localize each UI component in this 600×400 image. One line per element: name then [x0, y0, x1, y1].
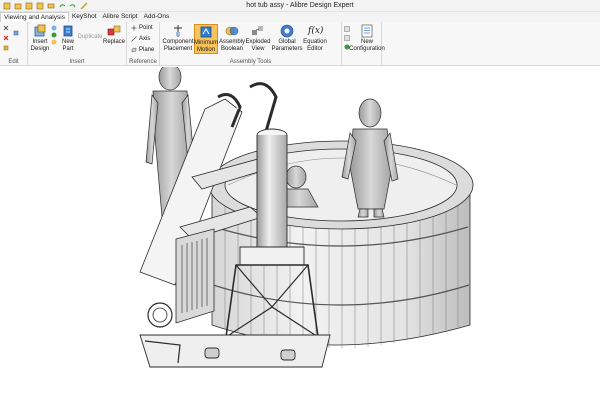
assembly-boolean-label: Assembly Boolean — [219, 39, 246, 52]
edit-group: Edit — [0, 22, 28, 66]
axis-button[interactable]: Axis — [131, 36, 150, 42]
assembly-boolean-button[interactable]: Assembly Boolean — [219, 24, 245, 52]
equation-editor-button[interactable]: f(x) Equation Editor — [302, 24, 328, 52]
edit-group-label: Edit — [8, 59, 19, 65]
minimum-motion-icon — [200, 26, 212, 38]
new-configuration-icon — [361, 24, 373, 38]
reference-group-label: Reference — [129, 59, 157, 65]
exploded-view-button[interactable]: Exploded View — [245, 24, 271, 52]
point-label: Point — [139, 25, 153, 31]
minimum-motion-button[interactable]: Minimum Motion — [194, 24, 218, 54]
menu-keyshot[interactable]: KeyShot — [69, 12, 100, 22]
new-part-button[interactable]: New Part — [59, 24, 77, 52]
delete-icon[interactable] — [3, 35, 9, 41]
assembly-boolean-icon — [225, 26, 239, 36]
replace-button[interactable]: Replace — [102, 24, 126, 46]
menu-viewing-and-analysis[interactable]: Viewing and Analysis — [0, 12, 69, 22]
insert-group: Insert Design New Part Duplicate Replace… — [28, 22, 127, 66]
title-bar: hot tub assy - Alibre Design Expert — [0, 0, 600, 12]
equation-editor-label: Equation Editor — [303, 39, 327, 52]
equation-editor-icon: f(x) — [308, 26, 324, 36]
copy-icon[interactable] — [3, 45, 9, 51]
new-part-label: New Part — [61, 39, 74, 52]
new-configuration-label: New Configuration — [349, 39, 385, 52]
cut-icon[interactable] — [3, 25, 9, 31]
assembly-tools-group-label: Assembly Tools — [229, 59, 272, 65]
plane-button[interactable]: Plane — [131, 47, 154, 53]
plane-icon — [131, 47, 137, 53]
insert-design-label: Insert Design — [30, 39, 50, 52]
point-button[interactable]: Point — [131, 25, 153, 31]
duplicate-button[interactable]: Duplicate — [77, 34, 103, 41]
global-parameters-label: Global Parameters — [271, 39, 303, 52]
assembly-tools-group: Component Placement Minimum Motion Assem… — [160, 22, 342, 66]
insert-design-icon — [34, 24, 46, 37]
insert-extra-icon[interactable] — [50, 24, 58, 46]
menu-bar: Viewing and Analysis KeyShot Alibre Scri… — [0, 12, 600, 22]
insert-group-label: Insert — [69, 59, 85, 65]
new-configuration-button[interactable]: New Configuration — [349, 24, 385, 52]
component-placement-label: Component Placement — [162, 39, 194, 52]
insert-design-button[interactable]: Insert Design — [30, 24, 50, 52]
paste-icon[interactable] — [13, 30, 19, 36]
global-parameters-icon — [280, 24, 294, 38]
exploded-view-icon — [252, 26, 263, 35]
point-icon — [131, 25, 137, 31]
window-title: hot tub assy - Alibre Design Expert — [246, 2, 354, 9]
component-placement-button[interactable]: Component Placement — [162, 24, 194, 52]
model-viewport[interactable] — [0, 67, 600, 400]
global-parameters-button[interactable]: Global Parameters — [271, 24, 303, 52]
reference-group: Point Axis Plane Reference — [127, 22, 160, 66]
plane-label: Plane — [139, 47, 155, 53]
component-placement-icon — [174, 25, 182, 37]
replace-icon — [107, 25, 121, 36]
exploded-view-label: Exploded View — [245, 39, 271, 52]
hot-tub-assembly-model[interactable] — [0, 67, 600, 400]
duplicate-label: Duplicate — [77, 34, 103, 40]
axis-label: Axis — [139, 36, 151, 42]
replace-label: Replace — [102, 39, 125, 45]
menu-alibre-script[interactable]: Alibre Script — [100, 12, 141, 22]
menu-add-ons[interactable]: Add-Ons — [141, 12, 173, 22]
ribbon: Edit Insert Design New Part Duplicate Re… — [0, 22, 600, 66]
axis-icon — [131, 36, 137, 42]
new-part-icon — [63, 25, 73, 37]
configuration-group: New Configuration — [342, 22, 385, 66]
minimum-motion-label: Minimum Motion — [193, 40, 219, 53]
